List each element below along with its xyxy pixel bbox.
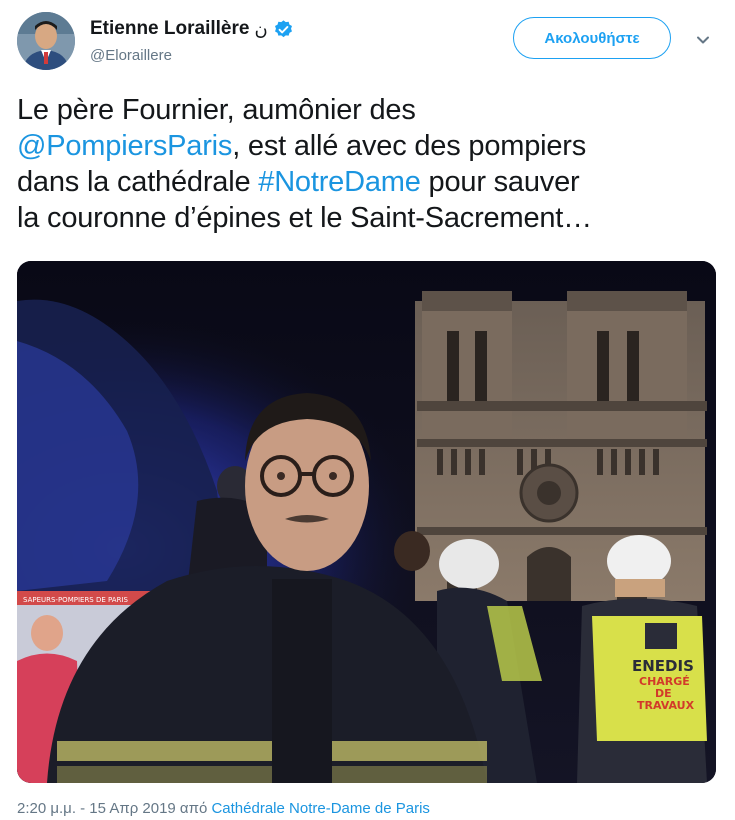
display-name-row: Etienne Loraillère ن <box>90 16 294 42</box>
tweet-text-line: dans la cathédrale #NotreDame pour sauve… <box>17 164 717 200</box>
tweet-text-line: la couronne d’épines et le Saint-Sacreme… <box>17 200 717 236</box>
tweet-text: Le père Fournier, aumônier des @Pompiers… <box>17 92 717 236</box>
hashtag-link[interactable]: #NotreDame <box>258 166 421 198</box>
follow-button[interactable]: Ακολουθήστε <box>513 17 671 59</box>
user-names: Etienne Loraillère ن @Eloraillere <box>90 16 294 64</box>
display-name-suffix: ن <box>254 18 268 39</box>
tweet-text-segment: la couronne d’épines et le Saint-Sacreme… <box>17 202 592 234</box>
tweet-card: Etienne Loraillère ن @Eloraillere Ακολου… <box>0 0 735 820</box>
tweet-text-line: @PompiersParis, est allé avec des pompie… <box>17 128 717 164</box>
tweet-text-segment: , est allé avec des pompiers <box>232 130 587 162</box>
vest-text: TRAVAUX <box>637 699 695 712</box>
tweet-header: Etienne Loraillère ن @Eloraillere Ακολου… <box>17 12 717 72</box>
tweet-text-segment: Le père Fournier, aumônier des <box>17 94 416 126</box>
tweet-meta: 2:20 μ.μ. - 15 Απρ 2019 από Cathédrale N… <box>17 800 430 817</box>
truck-label: SAPEURS-POMPIERS DE PARIS <box>23 596 129 604</box>
tweet-timestamp[interactable]: 2:20 μ.μ. - 15 Απρ 2019 <box>17 800 176 817</box>
user-handle[interactable]: @Eloraillere <box>90 47 294 64</box>
tweet-text-line: Le père Fournier, aumônier des <box>17 92 717 128</box>
tweet-photo[interactable]: SAPEURS-POMPIERS DE PARIS ENEDIS CHARGÉ … <box>17 261 716 783</box>
verified-badge-icon <box>273 19 294 40</box>
meta-from-word: από <box>175 800 212 817</box>
vest-text: ENEDIS <box>632 657 694 675</box>
mention-link[interactable]: @PompiersParis <box>17 130 232 162</box>
chevron-down-icon[interactable] <box>693 30 713 50</box>
display-name[interactable]: Etienne Loraillère <box>90 18 249 40</box>
tweet-text-segment: dans la cathédrale <box>17 166 259 198</box>
avatar[interactable] <box>17 12 75 70</box>
tweet-text-segment: pour sauver <box>420 166 580 198</box>
location-link[interactable]: Cathédrale Notre-Dame de Paris <box>211 800 429 817</box>
